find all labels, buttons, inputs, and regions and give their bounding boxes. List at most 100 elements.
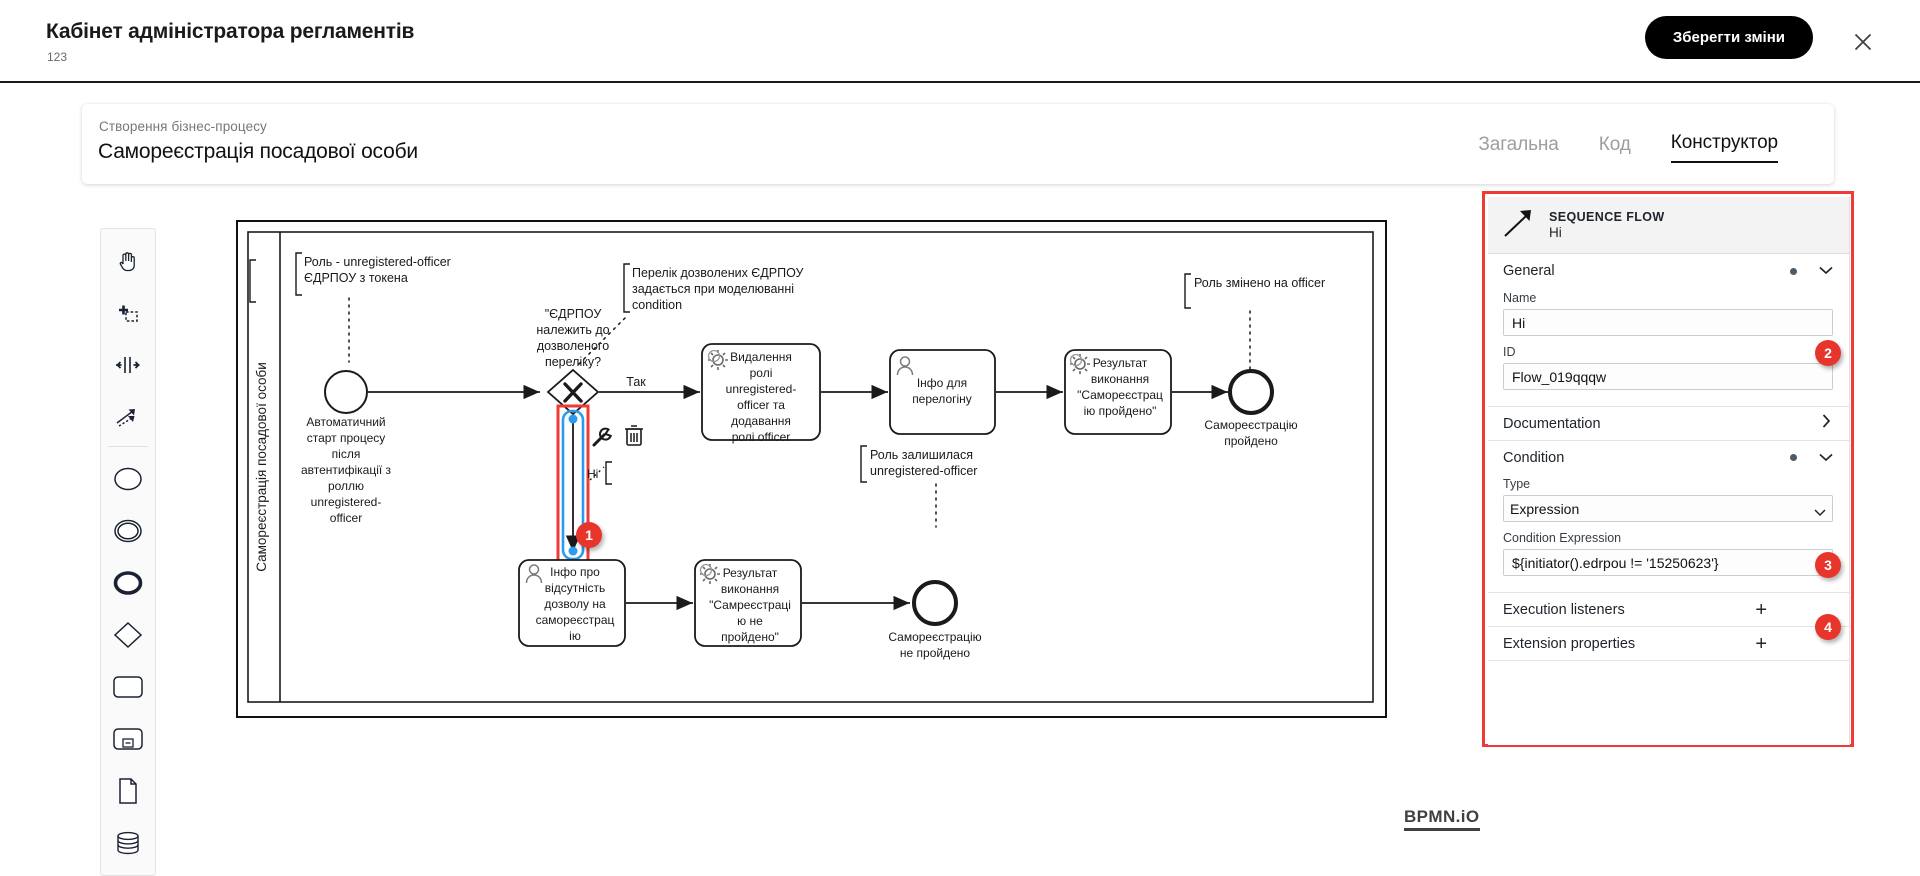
add-extension-property-button[interactable]: + (1755, 634, 1767, 654)
intermediate-event-icon[interactable] (105, 505, 151, 557)
svg-text:Самореєстрація посадової особи: Самореєстрація посадової особи (254, 362, 269, 572)
chevron-right-icon[interactable] (1822, 414, 1831, 433)
name-input[interactable] (1503, 309, 1833, 336)
svg-text:виконання: виконання (721, 582, 779, 596)
svg-text:відсутність: відсутність (545, 581, 606, 595)
chevron-down-icon[interactable] (1819, 262, 1833, 280)
name-field-label: Name (1503, 291, 1537, 305)
node-task-relogin-info: Інфо для перелогіну (889, 349, 996, 435)
page-title: Кабінет адміністратора регламентів (46, 20, 415, 43)
close-icon[interactable] (1848, 27, 1878, 57)
data-store-icon[interactable] (105, 817, 151, 869)
svg-text:unregistered-: unregistered- (726, 382, 797, 396)
node-task-remove-role: Видалення ролі unregistered- officer та … (701, 343, 821, 444)
svg-text:після: після (332, 447, 361, 461)
svg-text:додавання: додавання (731, 414, 791, 428)
connect-tool-icon[interactable] (105, 391, 151, 443)
bpmn-canvas[interactable]: Самореєстрація посадової особи Роль - un… (236, 220, 1387, 718)
condition-expression-label: Condition Expression (1503, 531, 1622, 545)
process-name: Самореєстрація посадової особи (98, 140, 418, 163)
svg-text:перелогіну: перелогіну (912, 392, 972, 406)
field-type: Type Expression (1488, 474, 1849, 528)
group-extension-properties-label: Extension properties (1503, 635, 1636, 652)
condition-expression-input[interactable] (1503, 549, 1833, 576)
svg-text:ролі officer: ролі officer (732, 430, 791, 444)
bpmn-io-logo: BPMN.iO (1404, 807, 1480, 831)
node-task-result-passed: Результат виконання "Самореєстрац ію про… (1064, 349, 1172, 435)
svg-text:Автоматичний: Автоматичний (306, 415, 385, 429)
svg-text:ролі: ролі (750, 366, 773, 380)
group-general-label: General (1503, 263, 1555, 279)
tab-constructor[interactable]: Конструктор (1670, 132, 1778, 163)
process-header-card: Створення бізнес-процесу Самореєстрація … (82, 104, 1834, 184)
svg-text:автентифікації з: автентифікації з (301, 463, 392, 477)
svg-text:condition: condition (632, 298, 682, 312)
tab-general[interactable]: Загальна (1478, 134, 1558, 163)
end-event-icon[interactable] (105, 557, 151, 609)
group-execution-listeners[interactable]: Execution listeners + (1488, 592, 1849, 626)
add-execution-listener-button[interactable]: + (1755, 600, 1767, 620)
svg-text:переліку?: переліку? (545, 355, 601, 369)
svg-text:officer: officer (330, 511, 362, 525)
save-changes-button[interactable]: Зберегти зміни (1644, 16, 1813, 59)
svg-text:"ЄДРПОУ: "ЄДРПОУ (545, 307, 602, 321)
svg-text:Інфо про: Інфо про (550, 565, 600, 579)
field-id: ID (1488, 342, 1849, 396)
gateway-icon[interactable] (105, 609, 151, 661)
svg-text:самореєстрац: самореєстрац (536, 613, 615, 627)
palette-divider (108, 446, 148, 447)
node-task-result-failed: Результат виконання "Самреєстраці ю не п… (694, 559, 802, 647)
group-execution-listeners-label: Execution listeners (1503, 601, 1625, 618)
svg-text:officer та: officer та (737, 398, 785, 412)
panel-bottom-divider (1488, 660, 1849, 661)
group-documentation[interactable]: Documentation (1488, 406, 1849, 440)
svg-text:дозволу на: дозволу на (544, 597, 606, 611)
group-condition[interactable]: Condition (1488, 440, 1849, 474)
svg-text:ю не: ю не (737, 614, 763, 628)
group-condition-dot (1790, 454, 1797, 461)
svg-text:Інфо для: Інфо для (917, 376, 967, 390)
svg-text:задається при моделюванні: задається при моделюванні (632, 282, 794, 296)
group-extension-properties[interactable]: Extension properties + (1488, 626, 1849, 660)
svg-text:пройдено: пройдено (1224, 434, 1278, 448)
svg-text:ію: ію (569, 629, 581, 643)
svg-text:Самореєстрацію: Самореєстрацію (888, 630, 981, 644)
svg-text:Перелік дозволених ЄДРПОУ: Перелік дозволених ЄДРПОУ (632, 266, 804, 280)
svg-text:ЄДРПОУ з токена: ЄДРПОУ з токена (304, 271, 408, 285)
chevron-down-icon[interactable] (1819, 449, 1833, 467)
breadcrumb: Створення бізнес-процесу (99, 119, 267, 134)
properties-panel: SEQUENCE FLOW Hi General Name ID Documen… (1488, 197, 1850, 745)
svg-text:роллю: роллю (328, 479, 364, 493)
svg-text:Видалення: Видалення (730, 350, 792, 364)
svg-text:unregistered-: unregistered- (311, 495, 382, 509)
svg-text:Роль залишилася: Роль залишилася (870, 448, 973, 462)
svg-text:Hi: Hi (587, 467, 598, 481)
svg-text:не пройдено: не пройдено (900, 646, 970, 660)
svg-text:пройдено": пройдено" (721, 630, 779, 644)
lasso-tool-icon[interactable] (105, 287, 151, 339)
id-input[interactable] (1503, 363, 1833, 390)
bpmn-diagram: Самореєстрація посадової особи Роль - un… (247, 231, 1374, 703)
element-type-label: SEQUENCE FLOW (1549, 210, 1665, 224)
group-general-dot (1790, 267, 1797, 275)
space-tool-icon[interactable] (105, 339, 151, 391)
start-event-icon[interactable] (105, 453, 151, 505)
subprocess-icon[interactable] (105, 713, 151, 765)
group-condition-label: Condition (1503, 449, 1565, 466)
sequence-flow-icon (1502, 207, 1536, 244)
properties-panel-highlight: SEQUENCE FLOW Hi General Name ID Documen… (1482, 191, 1854, 747)
field-condition-expression: Condition Expression (1488, 528, 1849, 582)
trash-icon[interactable] (625, 425, 643, 446)
element-name-label: Hi (1549, 225, 1562, 240)
type-field-label: Type (1503, 477, 1531, 491)
bpmn-palette (100, 228, 156, 876)
task-icon[interactable] (105, 661, 151, 713)
svg-text:Роль змінено на officer: Роль змінено на officer (1194, 276, 1325, 290)
data-object-icon[interactable] (105, 765, 151, 817)
hand-tool-icon[interactable] (105, 235, 151, 287)
gear-icon (707, 349, 728, 370)
tab-code[interactable]: Код (1599, 134, 1631, 163)
type-select[interactable]: Expression (1503, 495, 1833, 522)
callout-3: 3 (1815, 552, 1841, 578)
group-general[interactable]: General (1488, 254, 1849, 288)
